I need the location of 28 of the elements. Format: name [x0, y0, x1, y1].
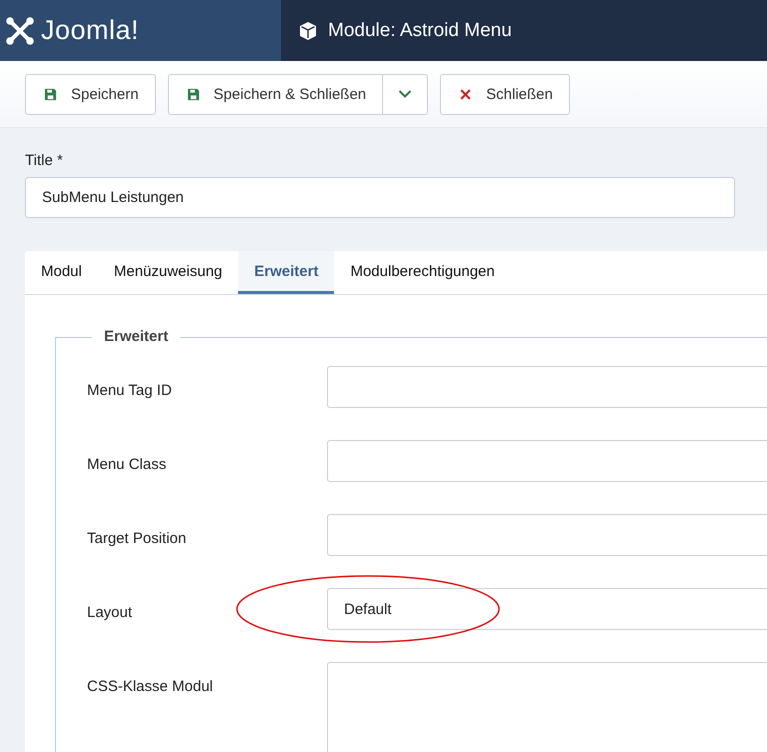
- close-button[interactable]: Schließen: [440, 74, 570, 114]
- text-input[interactable]: Default: [327, 588, 767, 630]
- cube-icon: [298, 20, 318, 40]
- save-icon: [186, 88, 200, 100]
- title-input[interactable]: SubMenu Leistungen: [25, 177, 735, 218]
- page-title: Module: Astroid Menu: [328, 20, 512, 42]
- save-button[interactable]: Speichern: [25, 74, 156, 114]
- field-label: Menu Class: [87, 455, 168, 475]
- chevron-down-icon: [398, 89, 412, 99]
- field-label: Target Position: [87, 529, 188, 549]
- tab[interactable]: Modulberechtigungen: [334, 251, 511, 294]
- field-label: CSS-Klasse Modul: [87, 677, 214, 697]
- save-icon: [44, 88, 57, 100]
- field-label: Layout: [87, 603, 134, 623]
- brand-name: Joomla!: [41, 15, 140, 46]
- field-label: Title *: [25, 152, 64, 169]
- field-label: Menu Tag ID: [87, 381, 173, 401]
- save-close-button[interactable]: Speichern & Schließen: [168, 74, 384, 114]
- tab[interactable]: Menüzuweisung: [98, 251, 238, 294]
- logo-icon: [5, 16, 35, 46]
- text-input[interactable]: [327, 514, 767, 556]
- close-icon: [459, 88, 472, 100]
- text-input[interactable]: [327, 366, 767, 408]
- text-area[interactable]: [327, 662, 767, 752]
- tab[interactable]: Erweitert: [238, 251, 334, 294]
- tab[interactable]: Modul: [25, 251, 98, 294]
- dropdown-button[interactable]: [383, 74, 428, 114]
- text-input[interactable]: [327, 440, 767, 482]
